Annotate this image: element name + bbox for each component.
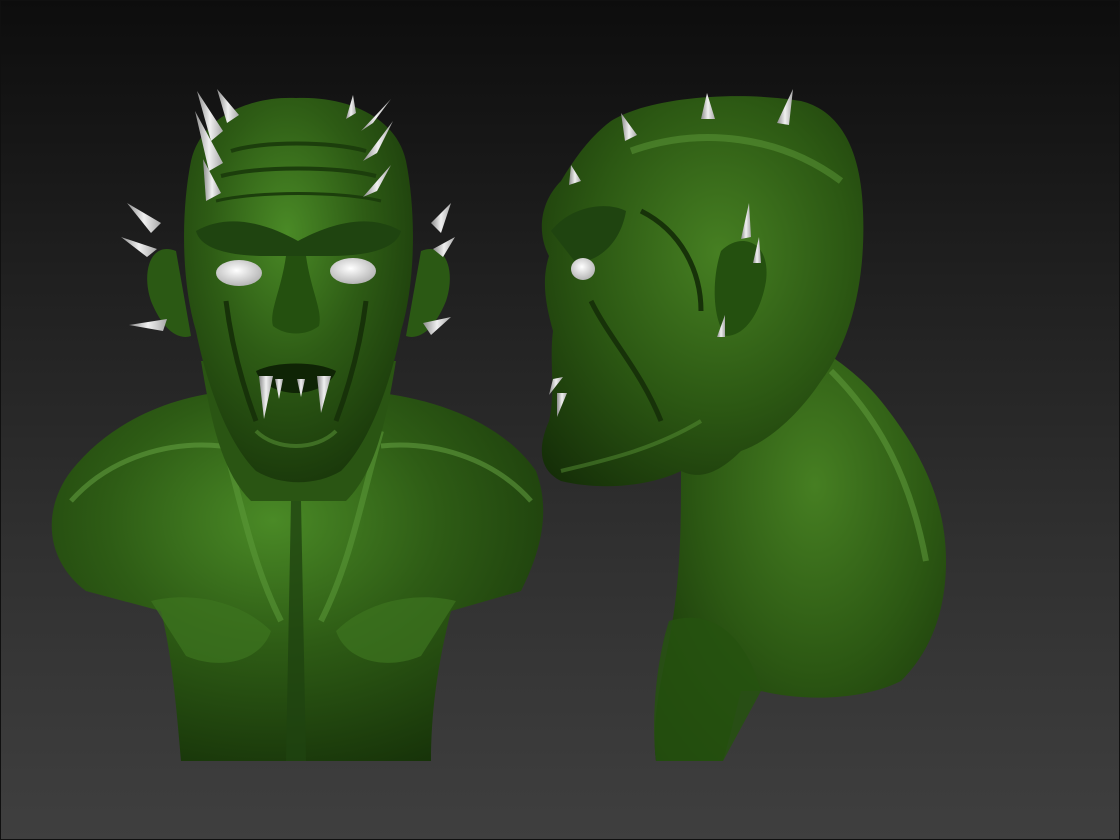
spike <box>121 237 157 257</box>
creature-bust-side[interactable] <box>541 89 946 761</box>
spike <box>431 203 451 233</box>
spike <box>127 203 161 233</box>
side-eye <box>571 258 595 280</box>
sculpt-viewport[interactable] <box>0 0 1120 840</box>
front-eye-right <box>330 258 376 284</box>
spike <box>129 319 167 331</box>
front-eye-left <box>216 260 262 286</box>
creature-bust-front[interactable] <box>51 89 544 761</box>
model-canvas[interactable] <box>1 1 1120 840</box>
